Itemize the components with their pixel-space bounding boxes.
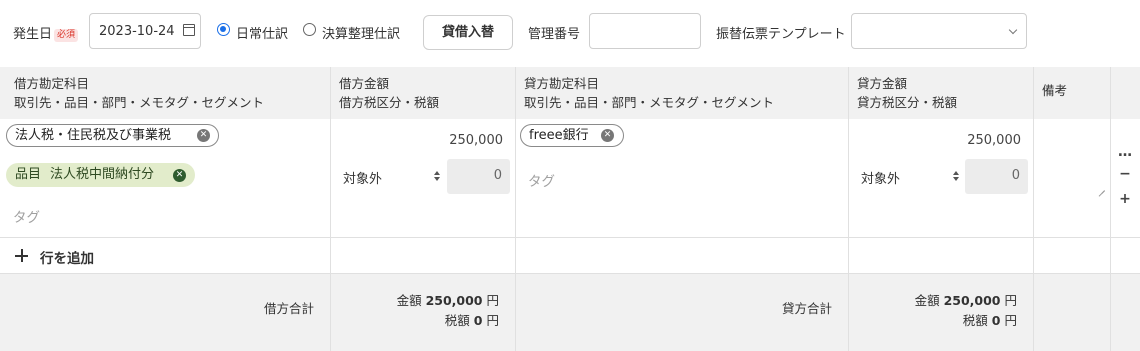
column-header-credit-account: 貸方勘定科目 取引先・品目・部門・メモタグ・セグメント xyxy=(524,74,774,112)
debit-total-tax: 税額 0 円 xyxy=(339,310,499,329)
credit-tax-category-select[interactable]: 対象外 xyxy=(861,168,900,187)
debit-tax-total-value: 0 xyxy=(473,313,483,328)
credit-total-value: 250,000 xyxy=(943,293,1001,308)
template-select[interactable] xyxy=(851,13,1027,49)
column-header-line: 借方金額 xyxy=(339,76,390,91)
close-icon[interactable]: ✕ xyxy=(601,129,614,142)
close-icon[interactable]: ✕ xyxy=(173,168,186,182)
column-header-debit-amount: 借方金額 借方税区分・税額 xyxy=(339,74,439,112)
updown-arrows-icon xyxy=(953,171,960,181)
radio-normal-entry[interactable] xyxy=(217,23,230,36)
issue-date-input[interactable]: 2023-10-24 xyxy=(89,13,201,49)
debit-tax-category-select[interactable]: 対象外 xyxy=(343,168,382,187)
issue-date-value: 2023-10-24 xyxy=(99,24,175,39)
updown-arrows-icon xyxy=(434,171,441,181)
divider xyxy=(0,237,1140,238)
currency-suffix: 円 xyxy=(1004,313,1017,328)
debit-tax-amount-input[interactable]: 0 xyxy=(447,159,510,194)
credit-total-label: 貸方合計 xyxy=(781,301,832,316)
column-divider xyxy=(1033,67,1034,351)
swap-debit-credit-button[interactable]: 貸借入替 xyxy=(423,15,513,50)
credit-tax-amount-input[interactable]: 0 xyxy=(965,159,1028,194)
currency-suffix: 円 xyxy=(486,293,499,308)
credit-tax-total-value: 0 xyxy=(991,313,1001,328)
column-header-memo: 備考 xyxy=(1042,81,1067,100)
calendar-icon[interactable] xyxy=(183,24,195,36)
add-row-label[interactable]: 行を追加 xyxy=(40,247,94,267)
radio-settlement-entry-label[interactable]: 決算整理仕訳 xyxy=(322,23,400,42)
item-chip-value: 法人税中間納付分 xyxy=(50,167,155,182)
column-header-line: 貸方勘定科目 xyxy=(524,76,600,91)
debit-total-label: 借方合計 xyxy=(263,301,314,316)
column-header-line: 貸方税区分・税額 xyxy=(857,95,958,110)
debit-amount-input[interactable]: 250,000 xyxy=(400,133,503,148)
issue-date-label: 発生日 必須 xyxy=(13,23,79,42)
debit-account-tag[interactable]: 法人税・住民税及び事業税 ✕ xyxy=(6,124,219,147)
credit-account-tag[interactable]: freee銀行 ✕ xyxy=(520,124,624,147)
radio-normal-entry-label[interactable]: 日常仕訳 xyxy=(236,23,288,42)
column-header-line: 取引先・品目・部門・メモタグ・セグメント xyxy=(524,95,775,110)
management-no-label: 管理番号 xyxy=(528,27,581,42)
column-header-credit-amount: 貸方金額 貸方税区分・税額 xyxy=(857,74,957,112)
debit-total-value: 250,000 xyxy=(425,293,483,308)
more-icon[interactable]: … xyxy=(1118,144,1132,160)
debit-total-amount: 金額 250,000 円 xyxy=(339,290,499,309)
column-header-line: 借方勘定科目 xyxy=(14,76,90,91)
remove-row-icon[interactable]: − xyxy=(1118,166,1132,182)
item-chip-prefix: 品目 xyxy=(15,167,42,182)
tax-prefix: 税額 xyxy=(444,313,470,328)
column-header-line: 貸方金額 xyxy=(857,76,908,91)
add-row-below-icon[interactable]: + xyxy=(1118,191,1132,207)
amount-prefix: 金額 xyxy=(914,293,940,308)
divider xyxy=(0,273,1140,274)
debit-tag-input[interactable]: タグ xyxy=(13,206,40,226)
currency-suffix: 円 xyxy=(1004,293,1017,308)
credit-account-tag-label: freee銀行 xyxy=(529,128,589,143)
debit-account-tag-label: 法人税・住民税及び事業税 xyxy=(15,128,172,143)
column-divider xyxy=(1110,67,1111,351)
resize-handle-icon[interactable] xyxy=(1097,183,1105,191)
credit-total-amount: 金額 250,000 円 xyxy=(857,290,1017,309)
column-divider xyxy=(515,67,516,351)
column-header-line: 取引先・品目・部門・メモタグ・セグメント xyxy=(14,95,265,110)
template-label: 振替伝票テンプレート xyxy=(716,27,846,42)
column-header-debit-account: 借方勘定科目 取引先・品目・部門・メモタグ・セグメント xyxy=(14,74,264,112)
item-chip[interactable]: 品目 法人税中間納付分 ✕ xyxy=(6,163,195,187)
radio-settlement-entry[interactable] xyxy=(303,23,316,36)
column-divider xyxy=(330,67,331,351)
amount-prefix: 金額 xyxy=(396,293,422,308)
column-divider xyxy=(848,67,849,351)
close-icon[interactable]: ✕ xyxy=(197,129,210,142)
tax-prefix: 税額 xyxy=(962,313,988,328)
plus-icon[interactable] xyxy=(15,249,28,262)
credit-amount-input[interactable]: 250,000 xyxy=(918,133,1021,148)
column-header-line: 借方税区分・税額 xyxy=(339,95,440,110)
credit-total-tax: 税額 0 円 xyxy=(857,310,1017,329)
required-badge: 必須 xyxy=(54,29,79,42)
chevron-down-icon xyxy=(1008,25,1018,35)
credit-tag-input[interactable]: タグ xyxy=(528,170,555,190)
management-no-input[interactable] xyxy=(589,13,701,49)
column-header-line: 備考 xyxy=(1042,83,1068,98)
journal-toolbar: 発生日 必須 2023-10-24 日常仕訳 決算整理仕訳 貸借入替 管理番号 振… xyxy=(0,0,1140,62)
currency-suffix: 円 xyxy=(486,313,499,328)
